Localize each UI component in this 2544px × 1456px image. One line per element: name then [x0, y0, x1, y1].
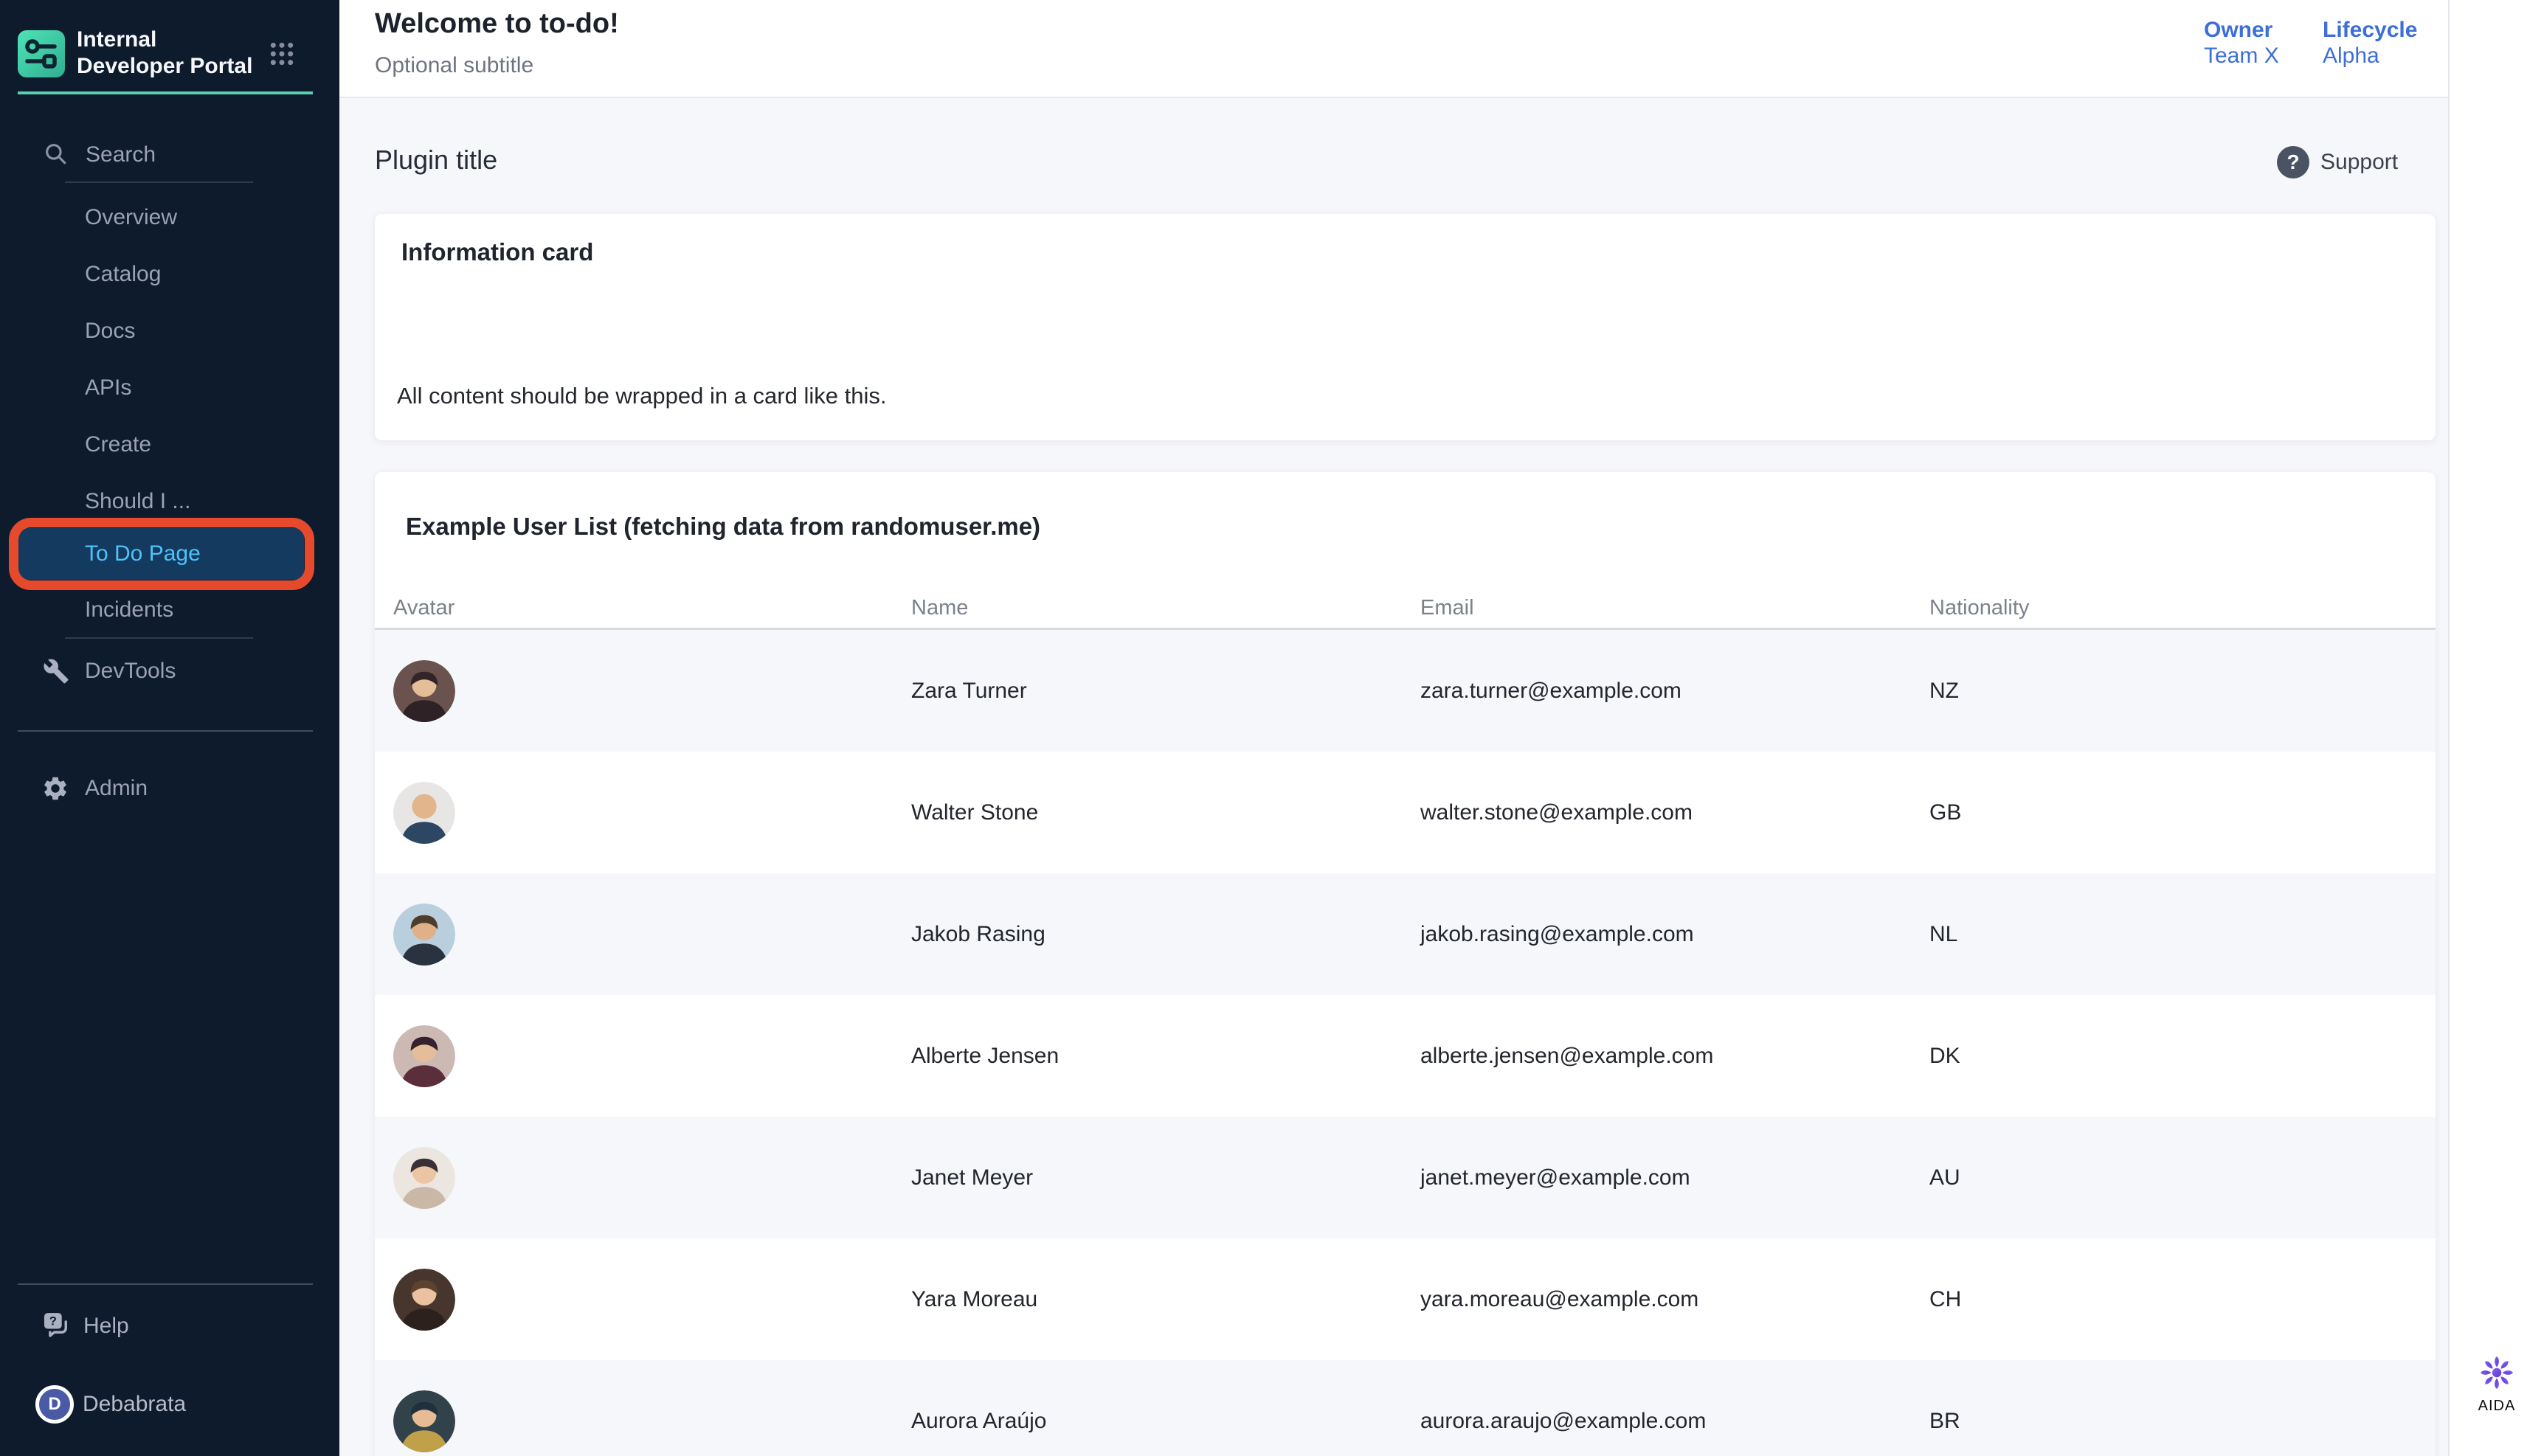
chat-question-icon: ?	[41, 1311, 69, 1342]
sidebar-accent-divider	[18, 91, 313, 94]
sidebar: Internal Developer Portal Search Overvie…	[0, 0, 339, 1456]
divider	[65, 637, 253, 639]
owner-value[interactable]: Team X	[2204, 43, 2279, 69]
user-email: janet.meyer@example.com	[1420, 1117, 1690, 1238]
divider	[65, 181, 253, 183]
page-header: Welcome to to-do! Optional subtitle Owne…	[339, 0, 2448, 98]
page-subtitle: Optional subtitle	[375, 53, 533, 78]
avatar	[393, 904, 455, 966]
support-label: Support	[2320, 150, 2398, 175]
gear-icon	[41, 774, 69, 806]
sidebar-item-create[interactable]: Create	[85, 429, 151, 461]
user-nationality: NL	[1929, 873, 1957, 995]
owner-label[interactable]: Owner	[2204, 18, 2279, 43]
information-card: Information card All content should be w…	[375, 214, 2436, 440]
user-name: Walter Stone	[911, 752, 1038, 873]
user-nationality: BR	[1929, 1360, 1960, 1456]
app-title: Internal Developer Portal	[77, 27, 261, 80]
table-row: Jakob Rasing jakob.rasing@example.com NL	[375, 873, 2436, 995]
flower-icon	[2480, 1380, 2514, 1393]
meta-lifecycle: Lifecycle Alpha	[2323, 18, 2417, 69]
avatar	[393, 1025, 455, 1087]
divider	[18, 730, 313, 732]
avatar	[393, 1390, 455, 1452]
table-row: Alberte Jensen alberte.jensen@example.co…	[375, 995, 2436, 1117]
user-avatar[interactable]: D	[35, 1385, 74, 1424]
user-email: aurora.araujo@example.com	[1420, 1360, 1706, 1456]
user-email: alberte.jensen@example.com	[1420, 995, 1713, 1117]
sidebar-item-devtools[interactable]: DevTools	[85, 655, 176, 687]
user-email: jakob.rasing@example.com	[1420, 873, 1694, 995]
sidebar-item-catalog[interactable]: Catalog	[85, 258, 161, 291]
screen: Internal Developer Portal Search Overvie…	[0, 0, 2544, 1456]
information-card-body: All content should be wrapped in a card …	[397, 383, 886, 409]
user-name: Yara Moreau	[911, 1238, 1037, 1360]
apps-grid-icon[interactable]	[267, 39, 297, 72]
user-nationality: CH	[1929, 1238, 1961, 1360]
sidebar-item-should-i[interactable]: Should I ...	[85, 485, 190, 518]
user-name: Janet Meyer	[911, 1117, 1033, 1238]
user-list-card: Example User List (fetching data from ra…	[375, 472, 2436, 1456]
user-list-title: Example User List (fetching data from ra…	[406, 513, 1040, 541]
right-strip: AIDA	[2448, 0, 2544, 1456]
user-nationality: GB	[1929, 752, 1961, 873]
aida-label: AIDA	[2450, 1398, 2544, 1415]
support-button[interactable]: ? Support	[2277, 146, 2398, 178]
sidebar-item-to-do-page[interactable]: To Do Page	[18, 528, 304, 580]
user-email: zara.turner@example.com	[1420, 630, 1681, 752]
user-name: Jakob Rasing	[911, 873, 1045, 995]
sidebar-search[interactable]: Search	[43, 139, 156, 171]
user-name: Zara Turner	[911, 630, 1027, 752]
logo-icon	[18, 30, 65, 81]
plugin-title: Plugin title	[375, 145, 497, 176]
table-row: Aurora Araújo aurora.araujo@example.com …	[375, 1360, 2436, 1456]
meta-owner: Owner Team X	[2204, 18, 2279, 69]
main-area: Welcome to to-do! Optional subtitle Owne…	[339, 0, 2448, 1456]
column-header-email: Email	[1420, 596, 1474, 620]
sidebar-item-help[interactable]: Help	[83, 1310, 129, 1342]
user-email: yara.moreau@example.com	[1420, 1238, 1698, 1360]
svg-text:?: ?	[49, 1314, 57, 1328]
information-card-title: Information card	[401, 238, 593, 266]
table-row: Janet Meyer janet.meyer@example.com AU	[375, 1117, 2436, 1238]
sidebar-item-docs[interactable]: Docs	[85, 315, 135, 347]
column-header-avatar: Avatar	[393, 596, 454, 620]
user-nationality: DK	[1929, 995, 1960, 1117]
sidebar-item-admin[interactable]: Admin	[85, 772, 148, 805]
table-body: Zara Turner zara.turner@example.com NZ W…	[375, 630, 2436, 1456]
table-row: Walter Stone walter.stone@example.com GB	[375, 752, 2436, 873]
table-header-row: Avatar Name Email Nationality	[375, 596, 2436, 625]
search-label: Search	[86, 142, 156, 167]
sidebar-item-incidents[interactable]: Incidents	[85, 594, 173, 626]
user-email: walter.stone@example.com	[1420, 752, 1693, 873]
user-name: Alberte Jensen	[911, 995, 1059, 1117]
wrench-icon	[43, 658, 69, 688]
column-header-nationality: Nationality	[1929, 596, 2029, 620]
avatar	[393, 1269, 455, 1331]
avatar	[393, 1147, 455, 1209]
user-nationality: NZ	[1929, 630, 1959, 752]
content: Plugin title ? Support Information card …	[339, 98, 2448, 1456]
avatar	[393, 660, 455, 722]
page-title: Welcome to to-do!	[375, 8, 619, 40]
lifecycle-label[interactable]: Lifecycle	[2323, 18, 2417, 43]
aida-widget[interactable]: AIDA	[2450, 1356, 2544, 1415]
column-header-name: Name	[911, 596, 968, 620]
user-name: Aurora Araújo	[911, 1360, 1046, 1456]
question-circle-icon: ?	[2277, 146, 2309, 178]
search-icon	[43, 141, 68, 170]
divider	[18, 1283, 313, 1285]
table-row: Zara Turner zara.turner@example.com NZ	[375, 630, 2436, 752]
user-nationality: AU	[1929, 1117, 1960, 1238]
sidebar-user-name[interactable]: Debabrata	[83, 1388, 186, 1421]
sidebar-item-apis[interactable]: APIs	[85, 372, 131, 404]
table-row: Yara Moreau yara.moreau@example.com CH	[375, 1238, 2436, 1360]
sidebar-item-overview[interactable]: Overview	[85, 201, 177, 234]
avatar	[393, 782, 455, 844]
lifecycle-value[interactable]: Alpha	[2323, 43, 2417, 69]
